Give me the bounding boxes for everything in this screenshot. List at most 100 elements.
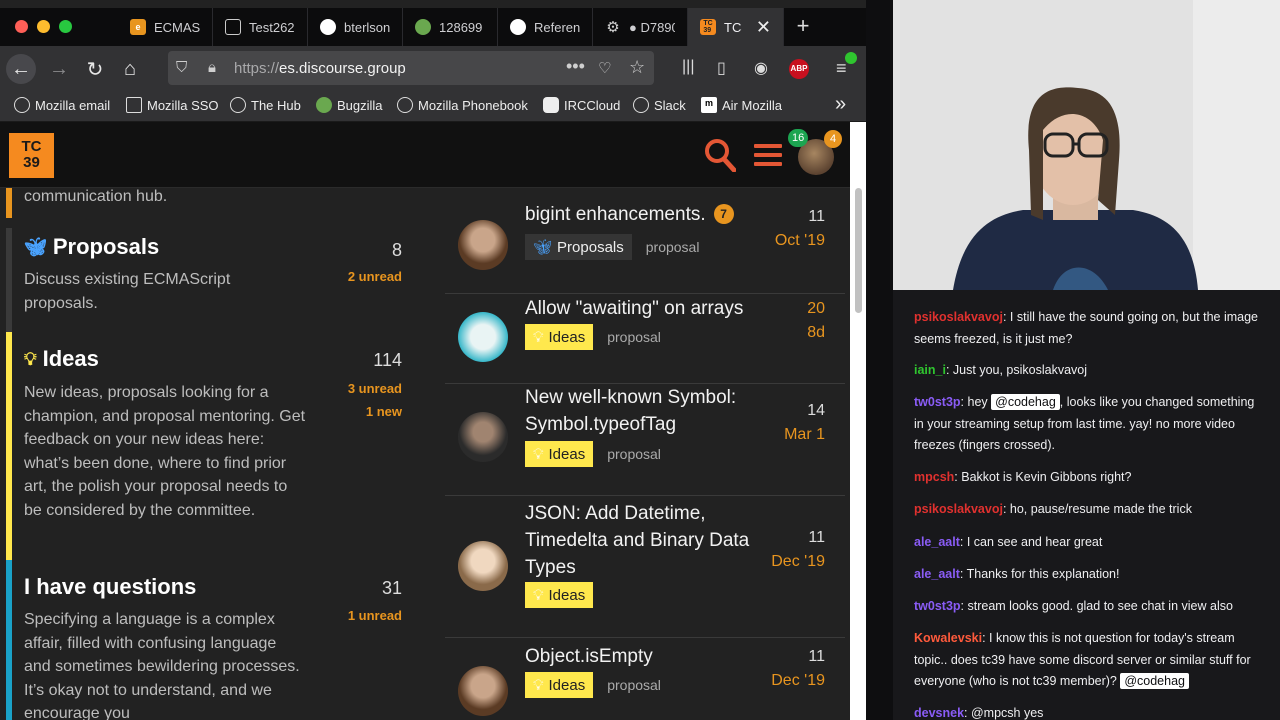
url-text[interactable]: https://es.discourse.group xyxy=(234,60,406,77)
chat-username[interactable]: ale_aalt xyxy=(914,535,960,549)
reload-button[interactable]: ↻ xyxy=(80,54,110,84)
hamburger-menu-icon[interactable] xyxy=(754,144,782,166)
topic-count: 8 xyxy=(391,240,402,260)
author-avatar[interactable] xyxy=(458,220,508,270)
bookmark-air-mozilla[interactable]: m Air Mozilla xyxy=(701,97,782,113)
activity-date[interactable]: Oct '19 xyxy=(775,232,825,250)
page-scrollbar-thumb[interactable] xyxy=(855,188,862,313)
forward-button[interactable]: → xyxy=(44,54,74,84)
message-count-badge[interactable]: 4 xyxy=(824,130,842,148)
bookmark-star-icon[interactable]: ☆ xyxy=(629,57,645,78)
lock-icon[interactable]: 🔒︎ xyxy=(208,59,216,76)
topic-tags: 🦋︎ Proposals proposal xyxy=(525,234,705,260)
category-questions[interactable]: I have questions Specifying a language i… xyxy=(0,560,420,720)
category-pill[interactable]: 💡︎ Ideas xyxy=(525,441,594,467)
account-icon[interactable]: ◉ xyxy=(754,58,768,78)
chat-message: iain_i: Just you, psikoslakvavoj xyxy=(914,363,1088,377)
pocket-icon[interactable]: ♡ xyxy=(598,59,611,77)
category-title[interactable]: I have questions xyxy=(24,574,196,600)
category-pill[interactable]: 🦋︎ Proposals xyxy=(525,234,632,260)
lightbulb-icon: 💡︎ xyxy=(533,328,544,346)
chat-username[interactable]: psikoslakvavoj xyxy=(914,310,1003,324)
tag-proposal[interactable]: proposal xyxy=(601,672,667,698)
bookmark-slack[interactable]: Slack xyxy=(633,97,686,113)
unread-count[interactable]: 3 unread xyxy=(348,381,402,396)
chat-username[interactable]: mpcsh xyxy=(914,470,954,484)
topic-row[interactable]: bigint enhancements. 7 🦋︎ Proposals propos… xyxy=(445,202,845,294)
library-icon[interactable]: ||| xyxy=(682,58,694,76)
tab-phabricator[interactable]: ⚙ ● D7890 xyxy=(593,8,688,46)
notification-count-badge[interactable]: 16 xyxy=(788,129,809,147)
close-window-button[interactable] xyxy=(15,20,28,33)
unread-count[interactable]: 2 unread xyxy=(348,269,402,284)
topic-title[interactable]: Allow "awaiting" on arrays xyxy=(525,295,785,322)
topic-title[interactable]: bigint enhancements. 7 xyxy=(525,201,775,228)
author-avatar[interactable] xyxy=(458,312,508,362)
tab-bterlson[interactable]: bterlson xyxy=(308,8,403,46)
new-tab-button[interactable]: + xyxy=(792,15,814,38)
activity-date[interactable]: 8d xyxy=(807,324,825,342)
tab-ecma[interactable]: e ECMASc xyxy=(118,8,213,46)
category-title[interactable]: 💡︎ Ideas xyxy=(24,346,99,372)
category-pill[interactable]: 💡︎ Ideas xyxy=(525,582,594,608)
category-ideas[interactable]: 💡︎ Ideas New ideas, proposals looking fo… xyxy=(0,332,420,560)
bookmark-mozilla-phonebook[interactable]: Mozilla Phonebook xyxy=(397,97,528,113)
tag-proposal[interactable]: proposal xyxy=(601,324,667,350)
activity-date[interactable]: Dec '19 xyxy=(771,553,825,571)
url-bar[interactable]: ⛉ 🔒︎ https://es.discourse.group ••• ♡ ☆ xyxy=(168,51,654,85)
tab-bugzilla[interactable]: 128699 xyxy=(403,8,498,46)
bookmark-the-hub[interactable]: The Hub xyxy=(230,97,301,113)
tab-tc39[interactable]: TC39 TC39 ✕ xyxy=(688,8,784,46)
chat-username[interactable]: ale_aalt xyxy=(914,567,960,581)
new-count[interactable]: 1 new xyxy=(366,404,402,419)
page-actions-icon[interactable]: ••• xyxy=(566,56,585,77)
chat-username[interactable]: Kowalevski xyxy=(914,631,982,645)
activity-date[interactable]: Mar 1 xyxy=(784,426,825,444)
chat-username[interactable]: tw0st3p xyxy=(914,395,961,409)
tag-proposal[interactable]: proposal xyxy=(601,441,667,467)
search-icon[interactable] xyxy=(704,138,736,172)
sidebar-icon[interactable]: ▯ xyxy=(717,58,726,78)
bookmarks-overflow-button[interactable]: » xyxy=(835,93,846,116)
topic-title[interactable]: New well-known Symbol: Symbol.typeofTag xyxy=(525,384,765,438)
author-avatar[interactable] xyxy=(458,412,508,462)
category-title[interactable]: 🦋︎ Proposals xyxy=(24,234,159,260)
chat-username[interactable]: tw0st3p xyxy=(914,599,961,613)
tab-reference[interactable]: Referen xyxy=(498,8,593,46)
tag-proposal[interactable]: proposal xyxy=(640,234,706,260)
bookmark-irccloud[interactable]: IRCCloud xyxy=(543,97,620,113)
chat-username[interactable]: psikoslakvavoj xyxy=(914,502,1003,516)
topic-row[interactable]: Allow "awaiting" on arrays 💡︎ Ideas propo… xyxy=(445,294,845,384)
author-avatar[interactable] xyxy=(458,666,508,716)
topic-row[interactable]: New well-known Symbol: Symbol.typeofTag … xyxy=(445,384,845,496)
topic-title[interactable]: Object.isEmpty xyxy=(525,643,765,670)
minimize-window-button[interactable] xyxy=(37,20,50,33)
bookmark-mozilla-email[interactable]: Mozilla email xyxy=(14,97,110,113)
back-button[interactable]: ← xyxy=(6,54,36,84)
author-avatar[interactable] xyxy=(458,541,508,591)
unread-posts-badge[interactable]: 7 xyxy=(713,204,734,224)
adblock-icon[interactable]: ABP xyxy=(789,59,809,79)
topic-count: 31 xyxy=(381,578,402,598)
category-pill[interactable]: 💡︎ Ideas xyxy=(525,324,594,350)
tc39-logo[interactable]: TC 39 xyxy=(9,133,54,178)
close-tab-icon[interactable]: ✕ xyxy=(756,17,771,38)
category-pill[interactable]: 💡︎ Ideas xyxy=(525,672,594,698)
tab-test262[interactable]: Test262 xyxy=(213,8,308,46)
topic-row[interactable]: Object.isEmpty 💡︎ Ideas proposal 11 Dec '… xyxy=(445,638,845,720)
category-proposals[interactable]: 🦋︎ Proposals Discuss existing ECMAScript… xyxy=(0,228,420,332)
shield-icon[interactable]: ⛉ xyxy=(176,59,187,76)
chat-mention[interactable]: @codehag xyxy=(991,394,1060,410)
chat-username[interactable]: iain_i xyxy=(914,363,946,377)
maximize-window-button[interactable] xyxy=(59,20,72,33)
bookmark-bugzilla[interactable]: Bugzilla xyxy=(316,97,383,113)
activity-date[interactable]: Dec '19 xyxy=(771,672,825,690)
home-button[interactable]: ⌂ xyxy=(115,54,145,84)
reply-count: 11 xyxy=(808,648,825,665)
topic-title[interactable]: JSON: Add Datetime, Timedelta and Binary… xyxy=(525,500,765,581)
bookmark-mozilla-sso[interactable]: Mozilla SSO xyxy=(126,97,219,113)
chat-mention[interactable]: @codehag xyxy=(1120,673,1189,690)
chat-username[interactable]: devsnek xyxy=(914,706,964,720)
topic-row[interactable]: JSON: Add Datetime, Timedelta and Binary… xyxy=(445,496,845,638)
unread-count[interactable]: 1 unread xyxy=(348,608,402,623)
